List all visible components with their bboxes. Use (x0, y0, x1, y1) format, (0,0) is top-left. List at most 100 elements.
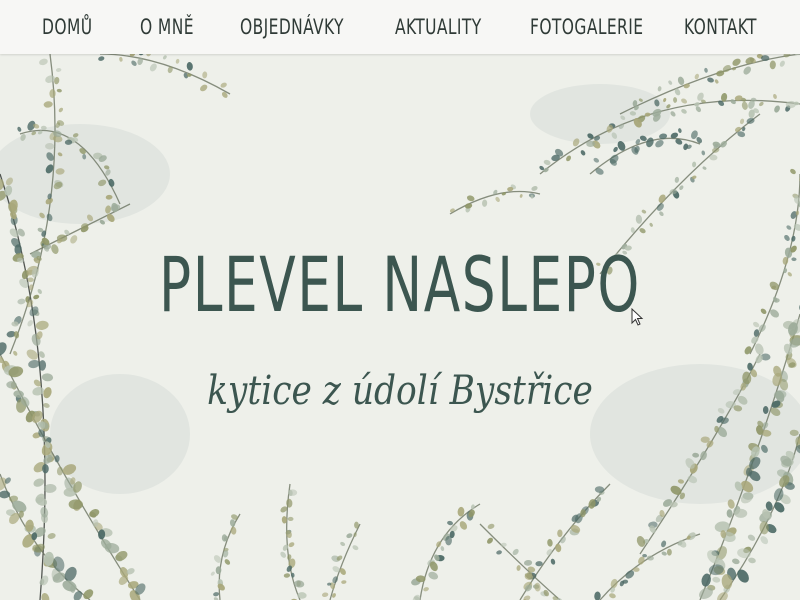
mouse-cursor-icon (631, 308, 644, 326)
leaf (516, 565, 521, 571)
leaf (760, 536, 769, 545)
branch-stem (449, 190, 541, 215)
leaf (482, 199, 488, 207)
leaf (163, 55, 167, 60)
leaf (613, 146, 618, 153)
leaf (224, 559, 231, 565)
leaf (17, 126, 22, 132)
leaf (787, 272, 792, 277)
leaf (447, 520, 453, 526)
leaf (534, 582, 541, 592)
leaf (464, 203, 473, 209)
leaf (352, 545, 359, 551)
leaf (555, 543, 562, 553)
leaf (33, 478, 45, 487)
leaf (594, 591, 601, 600)
site-subtitle: kytice z údolí Bystřice (207, 368, 593, 414)
leaf (41, 373, 54, 382)
leaf (783, 54, 791, 58)
leaf (186, 62, 193, 71)
leaf (774, 105, 780, 113)
leaf (595, 168, 604, 175)
leaf (543, 159, 551, 166)
leaf (70, 235, 78, 244)
leaf (739, 118, 745, 125)
nav-link-aktuality[interactable]: AKTUALITY (395, 12, 482, 42)
leaf (786, 225, 792, 230)
leaf (681, 108, 687, 114)
leaf (51, 244, 59, 254)
leaf (712, 576, 721, 583)
leaf (40, 506, 49, 518)
leaf (759, 101, 764, 107)
leaf (131, 60, 137, 66)
leaf (694, 102, 700, 107)
leaf (288, 489, 298, 496)
leaf (635, 214, 643, 224)
leaf (55, 68, 62, 72)
leaf (753, 321, 760, 328)
leaf (321, 592, 329, 598)
leaf (737, 569, 749, 583)
leaf (280, 551, 287, 558)
leaf (673, 97, 678, 103)
leaf (13, 350, 18, 356)
leaf (43, 387, 52, 399)
leaf (149, 63, 157, 72)
leaf (45, 75, 55, 83)
leaf (566, 155, 571, 162)
leaf (210, 571, 215, 576)
leaf (666, 548, 672, 556)
leaf (714, 79, 719, 84)
leaf (43, 403, 50, 408)
leaf (519, 194, 523, 198)
leaf (674, 176, 680, 183)
leaf (659, 211, 664, 217)
leaf (773, 93, 777, 99)
leaf (58, 107, 64, 113)
leaf (702, 166, 707, 170)
leaf (423, 587, 429, 592)
leaf (341, 580, 347, 584)
leaf (146, 54, 152, 57)
leaf (695, 106, 702, 113)
leaf (459, 521, 468, 530)
nav-link-kontakt[interactable]: KONTAKT (684, 12, 757, 42)
leaf (487, 523, 495, 530)
leaf (639, 228, 646, 234)
leaf (732, 558, 740, 565)
leaf (741, 101, 748, 110)
leaf (769, 281, 780, 291)
leaf (27, 277, 34, 283)
top-navigation: DOMŮ O MNĚ OBJEDNÁVKY AKTUALITY FOTOGALE… (0, 0, 800, 54)
leaf (33, 294, 40, 300)
leaf (283, 573, 291, 578)
nav-link-fotogalerie[interactable]: FOTOGALERIE (530, 12, 643, 42)
leaf (39, 58, 48, 66)
leaf (213, 597, 219, 600)
leaf (230, 526, 237, 535)
leaf (35, 320, 49, 330)
leaf (32, 387, 44, 396)
leaf (547, 538, 553, 547)
leaf (200, 84, 208, 92)
leaf (790, 168, 796, 175)
leaf (593, 157, 600, 163)
leaf (495, 196, 500, 202)
leaf (487, 537, 493, 544)
leaf (747, 534, 756, 541)
leaf (726, 509, 733, 518)
leaf (98, 56, 105, 61)
leaf (500, 542, 507, 547)
leaf (288, 542, 295, 548)
nav-link-o-mne[interactable]: O MNĚ (140, 12, 194, 42)
leaf (17, 298, 26, 305)
nav-link-objednavky[interactable]: OBJEDNÁVKY (240, 12, 344, 42)
leaf (27, 320, 33, 327)
leaf (779, 60, 785, 67)
leaf (68, 499, 84, 510)
leaf (734, 508, 748, 518)
leaf (346, 533, 353, 539)
nav-link-domu[interactable]: DOMŮ (42, 12, 92, 42)
leaf (769, 60, 776, 70)
